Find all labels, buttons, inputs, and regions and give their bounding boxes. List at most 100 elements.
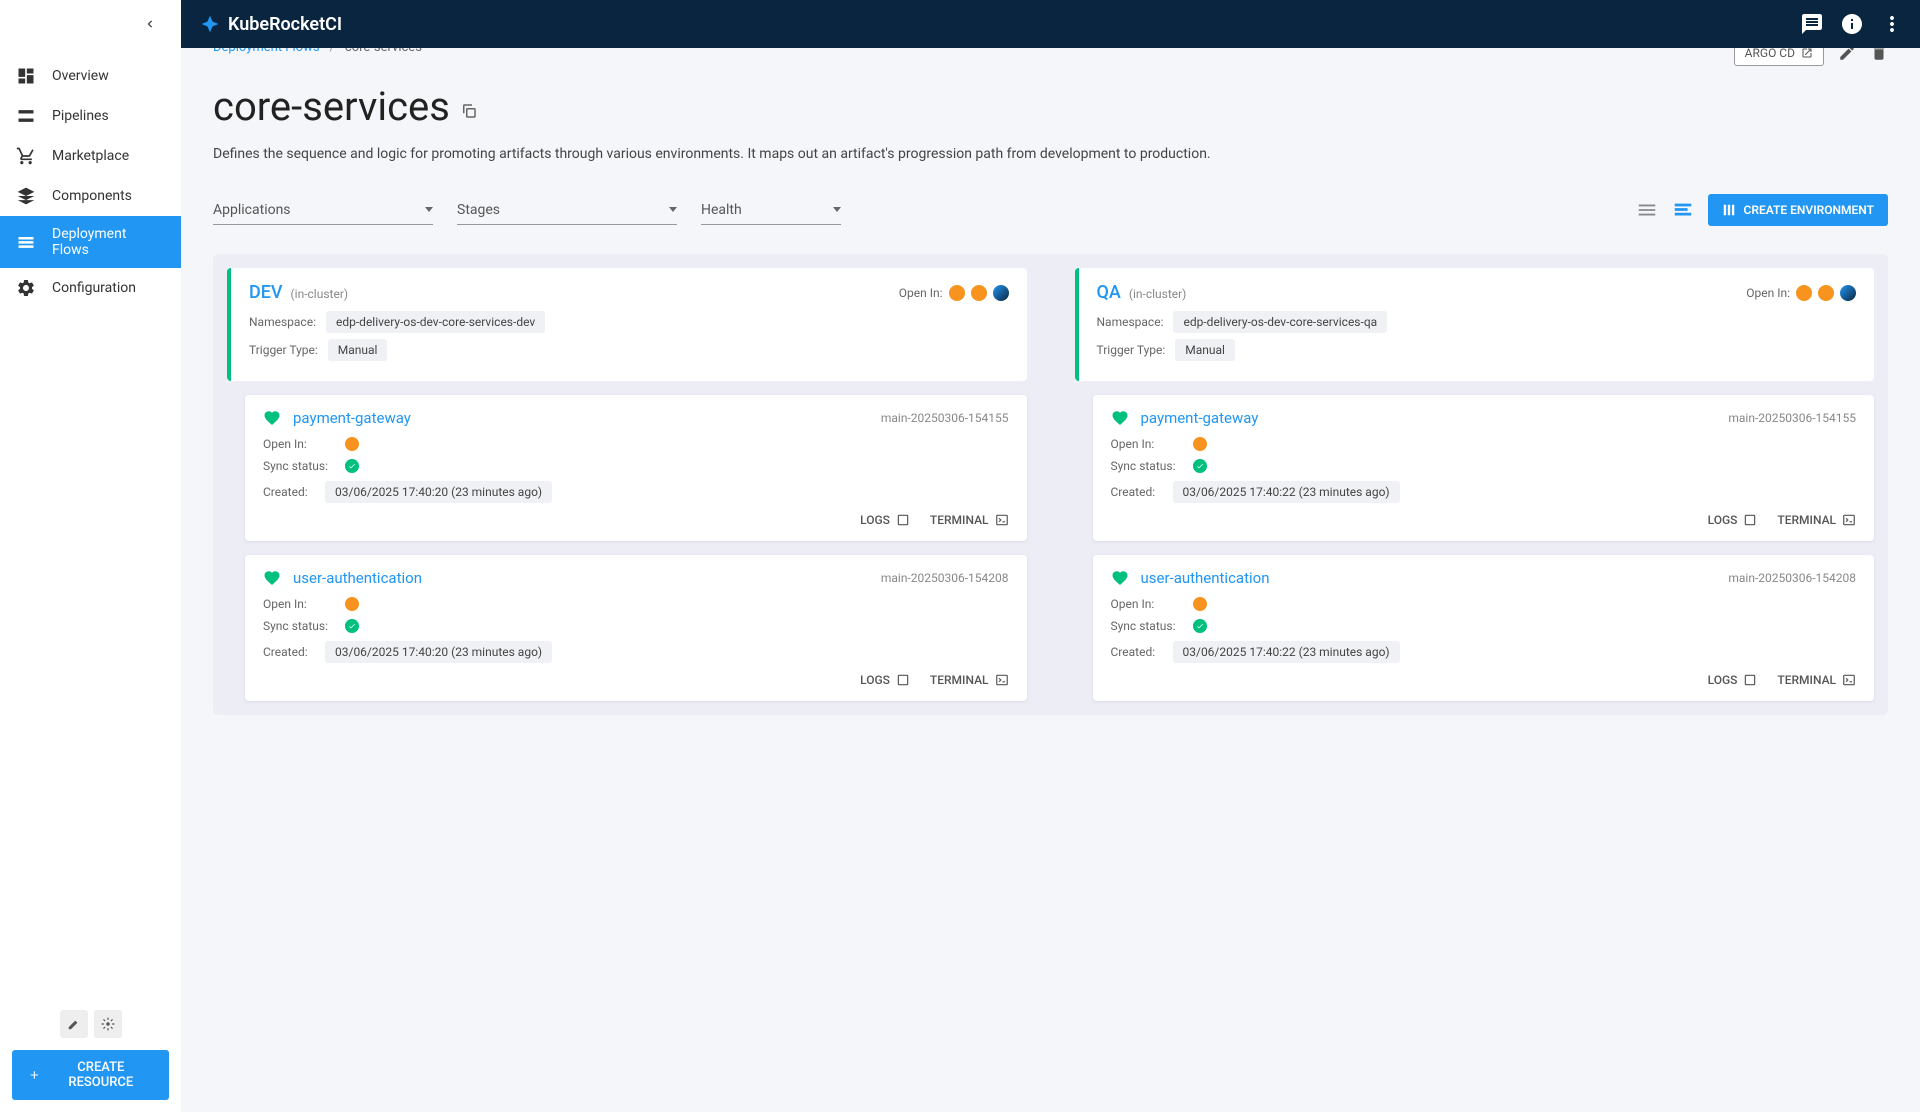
stage-cluster: (in-cluster) — [1129, 287, 1187, 301]
controls-row: Applications Stages Health CREATE ENVIRO… — [213, 194, 1888, 226]
app-card: payment-gateway main-20250306-154155 Ope… — [1093, 395, 1875, 541]
terminal-icon — [995, 513, 1009, 527]
sidebar-label: Overview — [52, 68, 109, 84]
logs-icon — [896, 513, 910, 527]
app-name-link[interactable]: payment-gateway — [1141, 409, 1259, 427]
kibana-icon[interactable] — [1840, 285, 1856, 301]
argocd-icon[interactable] — [1796, 285, 1812, 301]
sidebar: Overview Pipelines Marketplace Component… — [0, 0, 181, 1112]
openin-app-icon[interactable] — [345, 437, 359, 451]
stage-header: QA (in-cluster) Open In: Namespace:edp-d… — [1075, 268, 1875, 381]
logo[interactable]: KubeRocketCI — [200, 14, 342, 35]
app-version: main-20250306-154208 — [1728, 571, 1856, 585]
create-env-label: CREATE ENVIRONMENT — [1744, 203, 1875, 217]
app-name-link[interactable]: payment-gateway — [293, 409, 411, 427]
stage-name[interactable]: DEV — [249, 282, 283, 303]
sidebar-collapse-button[interactable] — [0, 0, 181, 48]
logs-icon — [1743, 513, 1757, 527]
sidebar-label: Pipelines — [52, 108, 109, 124]
create-resource-button[interactable]: CREATE RESOURCE — [12, 1050, 169, 1100]
page-title: core-services — [213, 83, 450, 130]
heart-icon — [1111, 409, 1129, 427]
chat-icon[interactable] — [1800, 12, 1824, 36]
terminal-icon — [995, 673, 1009, 687]
dashboard-icon — [16, 66, 36, 86]
page-description: Defines the sequence and logic for promo… — [213, 146, 1888, 162]
sidebar-item-deployment-flows[interactable]: Deployment Flows — [0, 216, 181, 268]
sidebar-bottom: CREATE RESOURCE — [0, 998, 181, 1112]
heart-icon — [263, 409, 281, 427]
sidebar-item-pipelines[interactable]: Pipelines — [0, 96, 181, 136]
terminal-button[interactable]: TERMINAL — [930, 673, 1009, 687]
app-name: KubeRocketCI — [228, 14, 342, 35]
logs-button[interactable]: LOGS — [1708, 673, 1758, 687]
filter-health[interactable]: Health — [701, 196, 841, 225]
grafana-icon[interactable] — [971, 285, 987, 301]
grafana-icon[interactable] — [1818, 285, 1834, 301]
stage-column: DEV (in-cluster) Open In: Namespace:edp-… — [227, 268, 1027, 701]
main-content: Deployment Flows / core-services core-se… — [181, 48, 1920, 739]
cart-icon — [16, 146, 36, 166]
stages-container: DEV (in-cluster) Open In: Namespace:edp-… — [213, 254, 1888, 715]
logs-button[interactable]: LOGS — [1708, 513, 1758, 527]
sidebar-label: Deployment Flows — [52, 226, 165, 258]
created-chip: 03/06/2025 17:40:20 (23 minutes ago) — [325, 481, 552, 503]
logs-button[interactable]: LOGS — [860, 673, 910, 687]
openin-app-icon[interactable] — [1193, 597, 1207, 611]
sidebar-item-overview[interactable]: Overview — [0, 56, 181, 96]
trigger-chip: Manual — [328, 339, 388, 361]
filter-stages[interactable]: Stages — [457, 196, 677, 225]
terminal-button[interactable]: TERMINAL — [1777, 673, 1856, 687]
sidebar-item-marketplace[interactable]: Marketplace — [0, 136, 181, 176]
stage-openin: Open In: — [1746, 285, 1856, 301]
terminal-icon — [1842, 513, 1856, 527]
caret-icon — [669, 207, 677, 212]
tool-icon-button-1[interactable] — [60, 1010, 88, 1038]
sidebar-item-components[interactable]: Components — [0, 176, 181, 216]
logs-button[interactable]: LOGS — [860, 513, 910, 527]
app-card: payment-gateway main-20250306-154155 Ope… — [245, 395, 1027, 541]
app-name-link[interactable]: user-authentication — [1141, 569, 1270, 587]
app-version: main-20250306-154155 — [881, 411, 1009, 425]
sync-status-icon — [345, 619, 359, 633]
create-environment-button[interactable]: CREATE ENVIRONMENT — [1708, 194, 1889, 226]
view-stacked-icon[interactable] — [1672, 199, 1694, 221]
topbar: KubeRocketCI — [0, 0, 1920, 48]
stage-header: DEV (in-cluster) Open In: Namespace:edp-… — [227, 268, 1027, 381]
trigger-chip: Manual — [1175, 339, 1235, 361]
app-card: user-authentication main-20250306-154208… — [1093, 555, 1875, 701]
info-icon[interactable] — [1840, 12, 1864, 36]
sidebar-label: Configuration — [52, 280, 136, 296]
tool-icon-button-2[interactable] — [94, 1010, 122, 1038]
create-resource-label: CREATE RESOURCE — [49, 1060, 153, 1090]
namespace-chip: edp-delivery-os-dev-core-services-dev — [326, 311, 545, 333]
app-card: user-authentication main-20250306-154208… — [245, 555, 1027, 701]
stage-name[interactable]: QA — [1097, 282, 1121, 303]
sidebar-item-configuration[interactable]: Configuration — [0, 268, 181, 308]
stage-openin: Open In: — [899, 285, 1009, 301]
openin-app-icon[interactable] — [1193, 437, 1207, 451]
sync-status-icon — [1193, 459, 1207, 473]
namespace-chip: edp-delivery-os-dev-core-services-qa — [1173, 311, 1387, 333]
filter-applications[interactable]: Applications — [213, 196, 433, 225]
view-list-icon[interactable] — [1636, 199, 1658, 221]
pen-icon — [67, 1017, 81, 1031]
copy-icon[interactable] — [460, 102, 478, 120]
pipeline-icon — [16, 106, 36, 126]
stage-cluster: (in-cluster) — [291, 287, 349, 301]
openin-app-icon[interactable] — [345, 597, 359, 611]
layers-icon — [16, 186, 36, 206]
app-name-link[interactable]: user-authentication — [293, 569, 422, 587]
created-chip: 03/06/2025 17:40:22 (23 minutes ago) — [1173, 641, 1400, 663]
heart-icon — [263, 569, 281, 587]
argocd-icon[interactable] — [949, 285, 965, 301]
settings-small-icon — [101, 1017, 115, 1031]
kibana-icon[interactable] — [993, 285, 1009, 301]
sync-status-icon — [1193, 619, 1207, 633]
sidebar-label: Components — [52, 188, 132, 204]
terminal-button[interactable]: TERMINAL — [930, 513, 1009, 527]
terminal-button[interactable]: TERMINAL — [1777, 513, 1856, 527]
more-vert-icon[interactable] — [1880, 12, 1904, 36]
app-version: main-20250306-154208 — [881, 571, 1009, 585]
rocket-icon — [200, 14, 220, 34]
